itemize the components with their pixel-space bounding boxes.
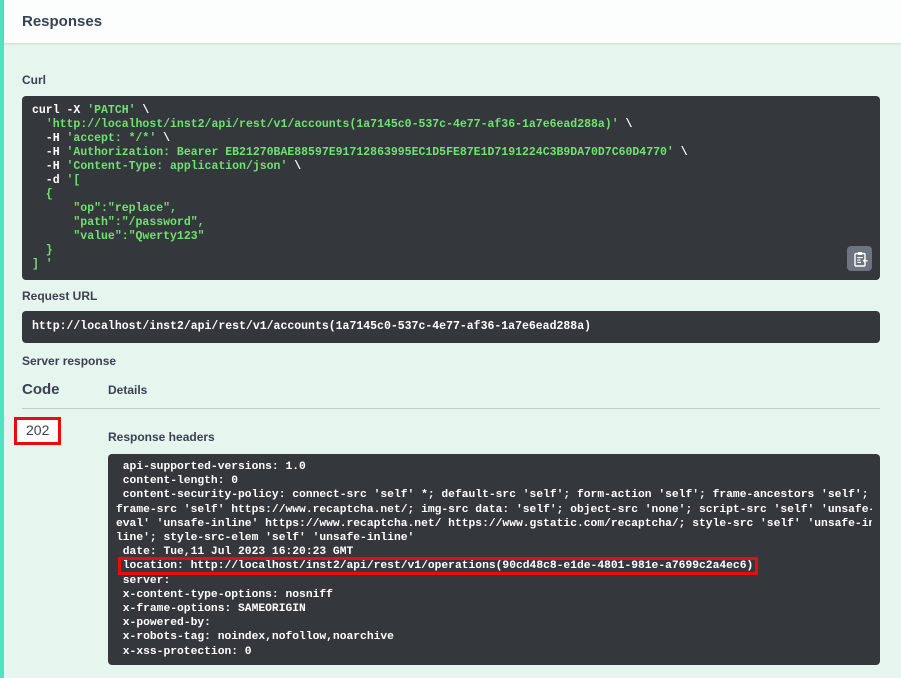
curl-code-line: curl -X 'PATCH' \ xyxy=(32,104,150,117)
curl-code-line: -H 'Authorization: Bearer EB21270BAE8859… xyxy=(32,146,688,159)
response-header-line: content-security-policy: connect-src 'se… xyxy=(116,489,869,502)
response-header-line: x-robots-tag: noindex,nofollow,noarchive xyxy=(116,631,394,644)
responses-header: Responses xyxy=(4,0,901,43)
curl-code-line: -H 'Content-Type: application/json' \ xyxy=(32,160,302,173)
status-code: 202 xyxy=(26,422,50,438)
curl-code-line: { xyxy=(32,188,53,201)
response-header-line: location: http://localhost/inst2/api/res… xyxy=(116,557,872,576)
response-headers-block: api-supported-versions: 1.0 content-leng… xyxy=(108,454,880,665)
copy-to-clipboard-button[interactable] xyxy=(847,246,872,271)
curl-code-line: "path":"/password", xyxy=(32,216,205,229)
response-header-line: server: xyxy=(116,574,171,587)
response-row: 202 Response headers api-supported-versi… xyxy=(14,409,880,665)
response-headers-label: Response headers xyxy=(108,430,215,444)
curl-code-line: -d '[ xyxy=(32,174,81,187)
request-url-value: http://localhost/inst2/api/rest/v1/accou… xyxy=(32,320,591,333)
response-header-line: x-powered-by: xyxy=(116,617,211,630)
response-header-line: api-supported-versions: 1.0 xyxy=(116,461,306,473)
location-annotation-box: location: http://localhost/inst2/api/res… xyxy=(117,557,759,576)
curl-code-line: } xyxy=(32,244,53,257)
responses-body: Curl curl -X 'PATCH' \ 'http://localhost… xyxy=(4,73,901,665)
curl-code-line: "value":"Qwerty123" xyxy=(32,230,205,243)
response-header-line: date: Tue,11 Jul 2023 16:20:23 GMT xyxy=(116,546,354,559)
request-url-label: Request URL xyxy=(22,289,98,303)
details-column-header: Details xyxy=(108,383,148,397)
response-header-line: content-length: 0 xyxy=(116,475,239,488)
curl-code-line: -H 'accept: */*' \ xyxy=(32,132,171,145)
curl-code-line: "op":"replace", xyxy=(32,202,177,215)
response-details-cell: Response headers api-supported-versions:… xyxy=(108,409,880,665)
response-table-header: Code Details xyxy=(22,368,880,409)
curl-label: Curl xyxy=(22,73,46,87)
response-header-line: x-xss-protection: 0 xyxy=(116,645,252,658)
response-header-line: frame-src 'self' https://www.recaptcha.n… xyxy=(116,503,872,516)
curl-command-text: curl -X 'PATCH' \ 'http://localhost/inst… xyxy=(32,104,870,272)
response-header-line: x-content-type-options: nosniff xyxy=(116,588,333,601)
responses-title: Responses xyxy=(22,13,103,30)
status-code-annotation-box: 202 xyxy=(14,417,62,445)
response-headers-text: api-supported-versions: 1.0 content-leng… xyxy=(116,460,872,659)
server-response-label: Server response xyxy=(22,354,117,368)
response-header-line: eval' 'unsafe-inline' https://www.recapt… xyxy=(116,517,872,530)
clipboard-copy-icon xyxy=(853,251,868,267)
responses-panel: Responses Curl curl -X 'PATCH' \ 'http:/… xyxy=(0,0,901,678)
request-url-block: http://localhost/inst2/api/rest/v1/accou… xyxy=(22,311,880,343)
curl-code-line: ] ' xyxy=(32,258,53,271)
server-response-table: Code Details 202 Response headers api-su… xyxy=(14,368,880,665)
code-column-header: Code xyxy=(22,381,60,398)
curl-code-line: 'http://localhost/inst2/api/rest/v1/acco… xyxy=(45,118,633,131)
status-code-cell: 202 xyxy=(14,409,108,665)
response-header-line: x-frame-options: SAMEORIGIN xyxy=(116,603,306,616)
curl-command-block: curl -X 'PATCH' \ 'http://localhost/inst… xyxy=(22,96,880,280)
response-header-line: line'; style-src-elem 'self' 'unsafe-inl… xyxy=(116,532,415,545)
